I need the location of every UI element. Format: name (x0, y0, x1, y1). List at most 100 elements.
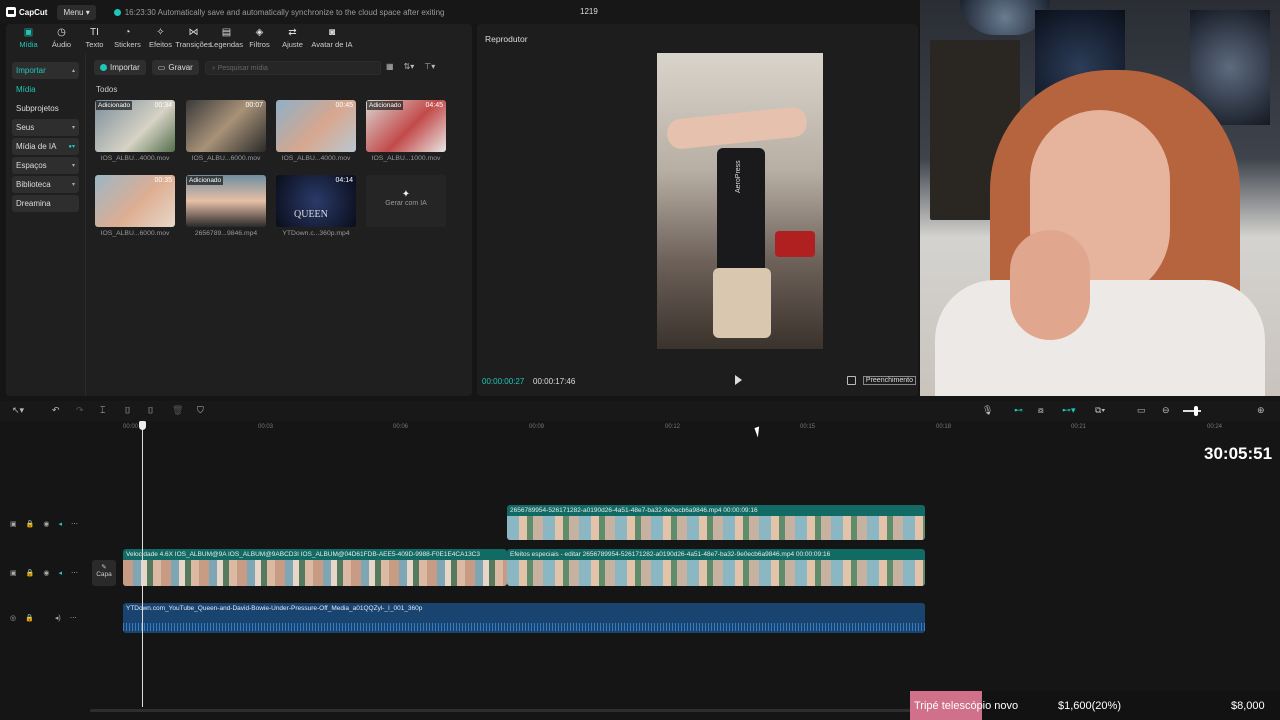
media-duration: 04:14 (335, 177, 353, 184)
audio-clip[interactable]: YTDown.com_YouTube_Queen-and-David-Bowie… (123, 603, 925, 633)
audio-link-icon[interactable]: ◂ (58, 520, 62, 528)
ruler-tick: 00:03 (258, 424, 274, 430)
chevron-down-icon: ▾ (71, 125, 75, 131)
eye-icon[interactable]: ◉ (43, 520, 49, 528)
media-item[interactable]: 00:45 IOS_ALBU...4000.mov (276, 100, 356, 162)
press-label: AeroPress (735, 160, 742, 193)
track-thumb-icon[interactable]: ▣ (10, 569, 17, 577)
grid-view-icon[interactable]: ▦ (386, 62, 394, 71)
project-name[interactable]: 1219 (580, 7, 598, 16)
playhead-line[interactable] (142, 421, 143, 707)
timeline-ruler[interactable]: 00:00 00:03 00:06 00:09 00:12 00:15 00:1… (120, 421, 1280, 435)
tab-ai-avatar[interactable]: ◙ Avatar de IA (309, 28, 355, 52)
video-preview[interactable]: AeroPress (657, 53, 823, 349)
tab-text[interactable]: TI Texto (78, 28, 111, 52)
more-icon[interactable]: ⋯ (71, 569, 78, 577)
sidebar-item-ai-media[interactable]: Mídia de IA ●▾ (12, 138, 79, 155)
more-icon[interactable]: ⋯ (71, 520, 78, 528)
link-icon[interactable]: ⊷ (1014, 405, 1023, 416)
media-item[interactable]: Adicionado 04:45 IOS_ALBU...1000.mov (366, 100, 446, 162)
sidebar-item-library[interactable]: Biblioteca ▾ (12, 176, 79, 193)
goal-target: $8,000 (1231, 700, 1265, 712)
sort-icon[interactable]: ⇅▾ (404, 62, 415, 71)
split-left-icon[interactable]: ⌷ (125, 405, 130, 416)
media-item[interactable]: 00:35 IOS_ALBU...6000.mov (95, 175, 175, 237)
lock-icon[interactable]: 🔒 (25, 614, 34, 622)
tab-transitions[interactable]: ⋈ Transições (175, 28, 212, 52)
search-input[interactable]: ⌕ Pesquisar mídia (204, 60, 381, 75)
audio-link-icon[interactable]: ◂ (58, 569, 62, 577)
caption-icon[interactable]: ▭ (1137, 405, 1146, 416)
playhead-handle[interactable] (139, 421, 146, 430)
cover-button[interactable]: ✎ Capa (92, 560, 116, 586)
zoom-fit-icon[interactable]: ⊕ (1257, 405, 1265, 416)
audio-icon: ◷ (57, 27, 66, 38)
zoom-slider-handle[interactable] (1194, 406, 1198, 416)
generate-with-ai-button[interactable]: ✦ Gerar com IA (366, 175, 446, 227)
sidebar-item-yours[interactable]: Seus ▾ (12, 119, 79, 136)
tab-stickers[interactable]: ◔ Stickers (111, 28, 144, 52)
tab-effects[interactable]: ✧ Efeitos (144, 28, 177, 52)
audio-track-icon[interactable]: ◎ (10, 614, 16, 622)
track-thumb-icon[interactable]: ▣ (10, 520, 17, 528)
speaker-icon[interactable]: ◂) (55, 614, 61, 622)
media-item[interactable]: 04:14 QUEEN YTDown.c...360p.mp4 (276, 175, 356, 237)
media-thumbnail: 00:45 (276, 100, 356, 152)
timeline-scrollbar[interactable] (90, 709, 920, 712)
select-tool-icon[interactable]: ↖▾ (12, 405, 24, 416)
clip-title: 2656789954-526171282-a0190d26-4a51-48e7-… (507, 505, 925, 516)
redo-icon[interactable]: ↷ (76, 405, 84, 416)
sidebar-item-import[interactable]: Importar ▴ (12, 62, 79, 79)
media-thumbnail: Adicionado (186, 175, 266, 227)
menu-label: Menu (63, 7, 84, 17)
generate-label: Gerar com IA (385, 200, 427, 207)
shield-icon[interactable]: ⛉ (197, 405, 204, 416)
sidebar-item-subprojects[interactable]: Subprojetos (12, 100, 79, 117)
preview-axis-icon[interactable]: ⧉▾ (1095, 405, 1105, 416)
menu-button[interactable]: Menu ▾ (57, 4, 96, 20)
lock-icon[interactable]: 🔒 (26, 569, 35, 577)
clip-title: YTDown.com_YouTube_Queen-and-David-Bowie… (126, 605, 423, 612)
tab-filters[interactable]: ◈ Filtros (243, 28, 276, 52)
main-clip-a[interactable]: Velocidade 4.6X IOS_ALBUM@9A IOS_ALBUM@9… (123, 549, 507, 586)
tab-media[interactable]: ▣ Mídia (12, 28, 45, 52)
clip-frames (507, 516, 925, 540)
sidebar-item-spaces[interactable]: Espaços ▾ (12, 157, 79, 174)
zoom-slider-track[interactable] (1183, 410, 1201, 412)
aspect-ratio-icon[interactable] (847, 376, 856, 385)
tab-adjust[interactable]: ⇄ Ajuste (276, 28, 309, 52)
zoom-out-icon[interactable]: ⊖ (1162, 405, 1170, 416)
tab-captions[interactable]: ▤ Legendas (210, 28, 243, 52)
split-right-icon[interactable]: ⌷ (148, 405, 153, 416)
lock-icon[interactable]: 🔒 (26, 520, 35, 528)
eye-icon[interactable]: ◉ (43, 569, 49, 577)
split-icon[interactable]: ⌶ (100, 405, 105, 416)
filter-icon[interactable]: ⊤▾ (424, 62, 435, 71)
play-icon[interactable] (735, 375, 742, 385)
sparkle-icon: ✦ (401, 189, 411, 200)
main-clip-b[interactable]: Efeitos especiais - editar 2656789954-52… (507, 549, 925, 586)
tab-label: Áudio (51, 40, 72, 49)
undo-icon[interactable]: ↶ (52, 405, 60, 416)
microphone-icon[interactable]: 🎙 (982, 405, 993, 416)
captions-icon: ▤ (221, 27, 232, 38)
import-button[interactable]: Importar (94, 60, 146, 75)
sidebar-item-dreamina[interactable]: Dreamina (12, 195, 79, 212)
tab-label: Avatar de IA (311, 40, 353, 49)
media-item[interactable]: 00:07 IOS_ALBU...6000.mov (186, 100, 266, 162)
magnet-icon[interactable]: ⊷▾ (1062, 405, 1076, 416)
total-time: 00:00:17:46 (533, 377, 576, 386)
clip-title: Velocidade 4.6X IOS_ALBUM@9A IOS_ALBUM@9… (123, 549, 507, 560)
more-icon[interactable]: ⋯ (70, 614, 77, 622)
media-item[interactable]: Adicionado 00:34 IOS_ALBU...4000.mov (95, 100, 175, 162)
audio-waveform (123, 623, 925, 631)
fill-button[interactable]: Preenchimento (862, 376, 916, 385)
snap-icon[interactable]: ⧇ (1038, 405, 1044, 416)
delete-icon[interactable]: 🗑 (172, 405, 183, 416)
tab-audio[interactable]: ◷ Áudio (45, 28, 78, 52)
overlay-clip[interactable]: 2656789954-526171282-a0190d26-4a51-48e7-… (507, 505, 925, 540)
sidebar-item-media[interactable]: Mídia (12, 81, 79, 98)
record-button[interactable]: ▭ Gravar (151, 60, 199, 75)
media-item[interactable]: Adicionado 2656789...9846.mp4 (186, 175, 266, 237)
tab-label: Transições (175, 40, 212, 49)
